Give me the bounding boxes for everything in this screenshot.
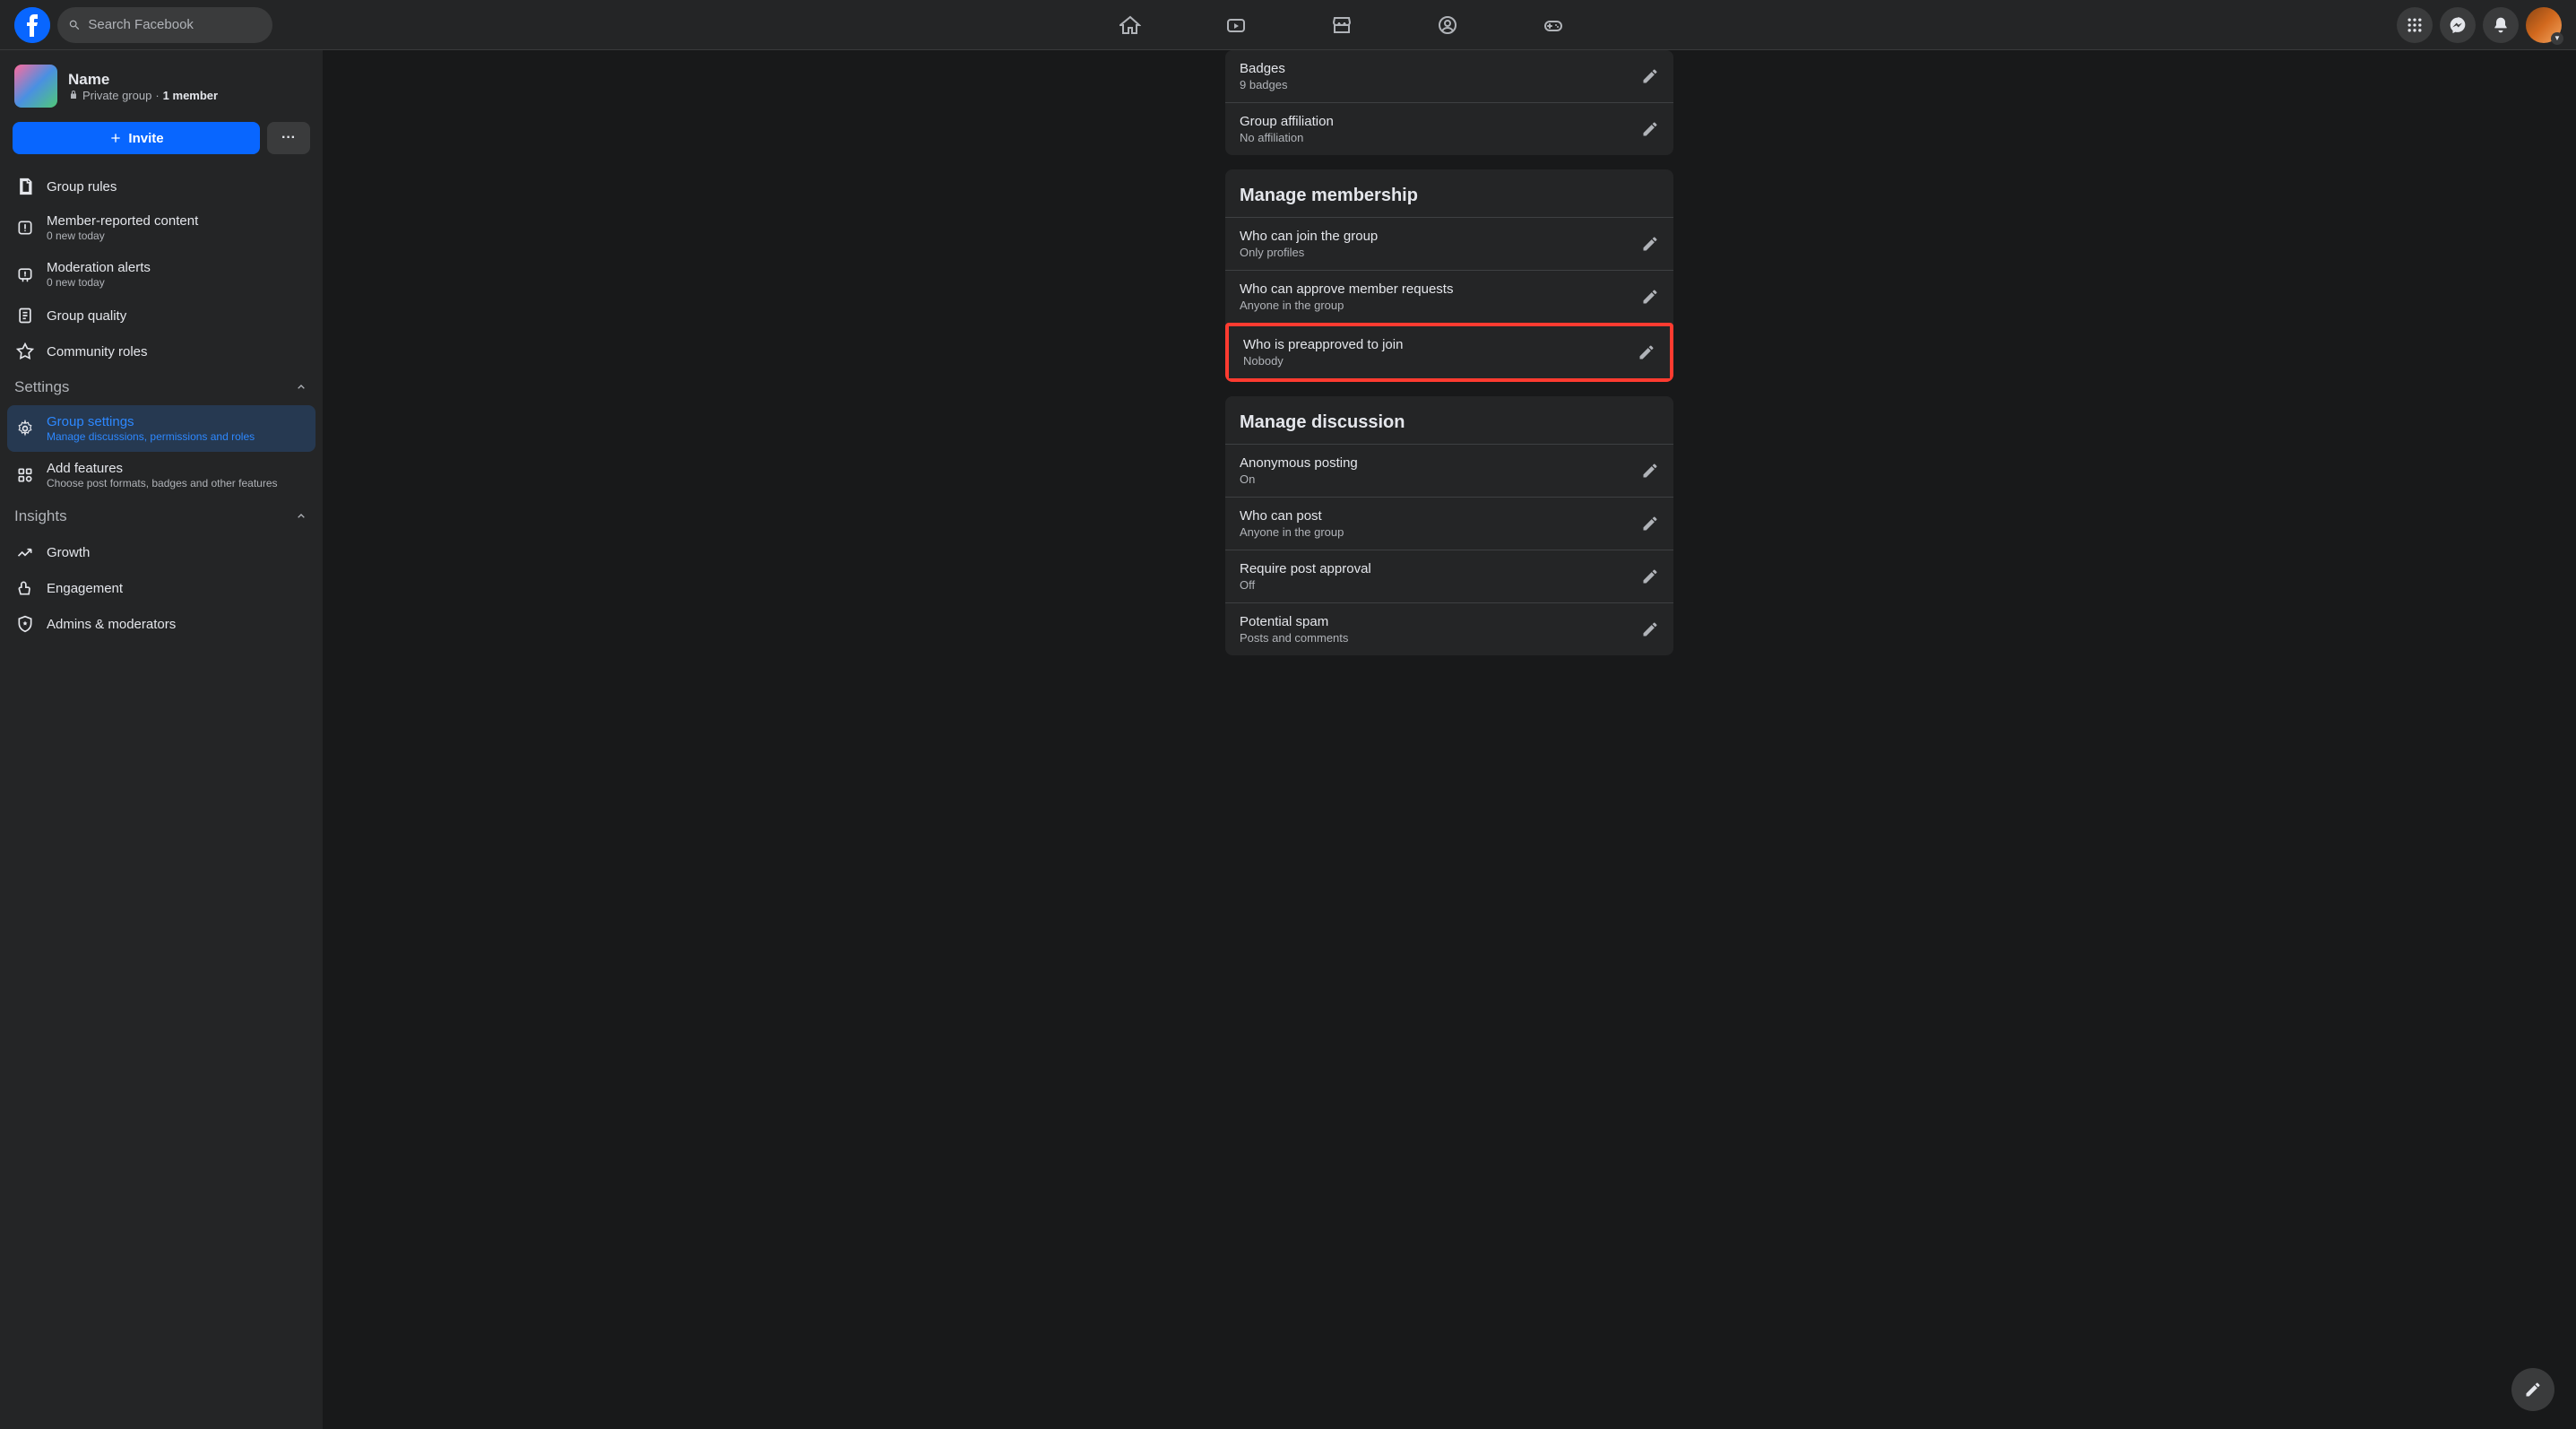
pencil-icon — [1641, 235, 1659, 253]
growth-icon — [16, 543, 34, 561]
quality-icon — [16, 307, 34, 325]
nav-gaming[interactable] — [1504, 4, 1603, 47]
search-box[interactable] — [57, 7, 272, 43]
top-navigation-bar: ▼ — [0, 0, 2576, 50]
manage-membership-card: Manage membership Who can join the group… — [1225, 169, 1673, 382]
pencil-icon — [1638, 343, 1655, 361]
sidebar-item-add-features[interactable]: Add featuresChoose post formats, badges … — [7, 452, 316, 498]
rules-icon — [16, 178, 34, 195]
search-input[interactable] — [88, 17, 262, 32]
sidebar-item-label: Group quality — [47, 308, 308, 324]
sidebar-item-community-roles[interactable]: Community roles — [7, 333, 316, 369]
sidebar-item-group-settings[interactable]: Group settingsManage discussions, permis… — [7, 405, 316, 452]
pencil-icon — [1641, 620, 1659, 638]
sidebar-item-label: Growth — [47, 545, 308, 560]
center-nav — [287, 4, 2397, 47]
group-meta: Private group · 1 member — [68, 89, 308, 102]
sidebar-item-label: Moderation alerts — [47, 260, 308, 275]
pencil-icon — [1641, 462, 1659, 480]
setting-row-potential-spam[interactable]: Potential spamPosts and comments — [1225, 602, 1673, 655]
compose-fab[interactable] — [2511, 1368, 2554, 1411]
nav-watch[interactable] — [1187, 4, 1285, 47]
grid-icon — [2406, 16, 2424, 34]
sidebar-item-label: Admins & moderators — [47, 617, 308, 632]
insights-section-header[interactable]: Insights — [7, 498, 316, 534]
messenger-icon — [2449, 16, 2467, 34]
watch-icon — [1225, 14, 1247, 36]
messenger-button[interactable] — [2440, 7, 2476, 43]
home-icon — [1119, 14, 1141, 36]
gear-icon — [16, 420, 34, 437]
sidebar-item-label: Add features — [47, 461, 308, 476]
sidebar-item-moderation-alerts[interactable]: Moderation alerts0 new today — [7, 251, 316, 298]
nav-groups[interactable] — [1398, 4, 1497, 47]
manage-discussion-card: Manage discussion Anonymous postingOn Wh… — [1225, 396, 1673, 655]
pencil-icon — [1641, 515, 1659, 533]
sidebar-item-growth[interactable]: Growth — [7, 534, 316, 570]
group-thumbnail — [14, 65, 57, 108]
setting-row-require-approval[interactable]: Require post approvalOff — [1225, 550, 1673, 602]
nav-marketplace[interactable] — [1292, 4, 1391, 47]
setting-row-who-can-post[interactable]: Who can postAnyone in the group — [1225, 497, 1673, 550]
sidebar: Name Private group · 1 member Invite ···… — [0, 50, 323, 1429]
bell-icon — [2492, 16, 2510, 34]
marketplace-icon — [1331, 14, 1353, 36]
sidebar-item-label: Group rules — [47, 179, 308, 195]
right-nav: ▼ — [2397, 7, 2562, 43]
sidebar-item-label: Member-reported content — [47, 213, 308, 229]
invite-button[interactable]: Invite — [13, 122, 260, 154]
setting-row-badges[interactable]: Badges9 badges — [1225, 50, 1673, 102]
pencil-icon — [1641, 120, 1659, 138]
sidebar-item-engagement[interactable]: Engagement — [7, 570, 316, 606]
card-title: Manage membership — [1225, 173, 1673, 217]
groups-icon — [1437, 14, 1458, 36]
lock-icon — [68, 90, 79, 100]
roles-icon — [16, 342, 34, 360]
nav-home[interactable] — [1081, 4, 1180, 47]
pencil-icon — [1641, 567, 1659, 585]
sidebar-item-group-rules[interactable]: Group rules — [7, 169, 316, 204]
settings-section-header[interactable]: Settings — [7, 369, 316, 405]
setting-row-who-can-join[interactable]: Who can join the groupOnly profiles — [1225, 217, 1673, 270]
chevron-down-icon: ▼ — [2551, 32, 2563, 45]
compose-icon — [2524, 1381, 2542, 1399]
shield-icon — [16, 615, 34, 633]
pencil-icon — [1641, 67, 1659, 85]
sidebar-item-label: Community roles — [47, 344, 308, 359]
setting-row-anonymous-posting[interactable]: Anonymous postingOn — [1225, 444, 1673, 497]
notifications-button[interactable] — [2483, 7, 2519, 43]
sidebar-item-admins[interactable]: Admins & moderators — [7, 606, 316, 642]
setting-row-preapproved[interactable]: Who is preapproved to joinNobody — [1225, 323, 1673, 382]
sidebar-item-group-quality[interactable]: Group quality — [7, 298, 316, 333]
gaming-icon — [1543, 14, 1564, 36]
facebook-logo[interactable] — [14, 7, 50, 43]
sidebar-item-label: Group settings — [47, 414, 308, 429]
alert-icon — [16, 219, 34, 237]
features-icon — [16, 466, 34, 484]
sidebar-item-member-reported[interactable]: Member-reported content0 new today — [7, 204, 316, 251]
engagement-icon — [16, 579, 34, 597]
card-title: Manage discussion — [1225, 400, 1673, 444]
setting-row-who-can-approve[interactable]: Who can approve member requestsAnyone in… — [1225, 270, 1673, 323]
group-name: Name — [68, 71, 308, 89]
main-content: Badges9 badges Group affiliationNo affil… — [323, 50, 2576, 1429]
search-icon — [68, 18, 81, 32]
chevron-up-icon — [294, 380, 308, 394]
profile-avatar[interactable]: ▼ — [2526, 7, 2562, 43]
sidebar-item-label: Engagement — [47, 581, 308, 596]
pencil-icon — [1641, 288, 1659, 306]
menu-button[interactable] — [2397, 7, 2433, 43]
settings-card-top: Badges9 badges Group affiliationNo affil… — [1225, 50, 1673, 155]
moderation-icon — [16, 265, 34, 283]
chevron-up-icon — [294, 509, 308, 524]
group-header[interactable]: Name Private group · 1 member — [7, 57, 316, 115]
setting-row-affiliation[interactable]: Group affiliationNo affiliation — [1225, 102, 1673, 155]
plus-icon — [108, 131, 123, 145]
more-options-button[interactable]: ··· — [267, 122, 310, 154]
ellipsis-icon: ··· — [281, 130, 296, 146]
